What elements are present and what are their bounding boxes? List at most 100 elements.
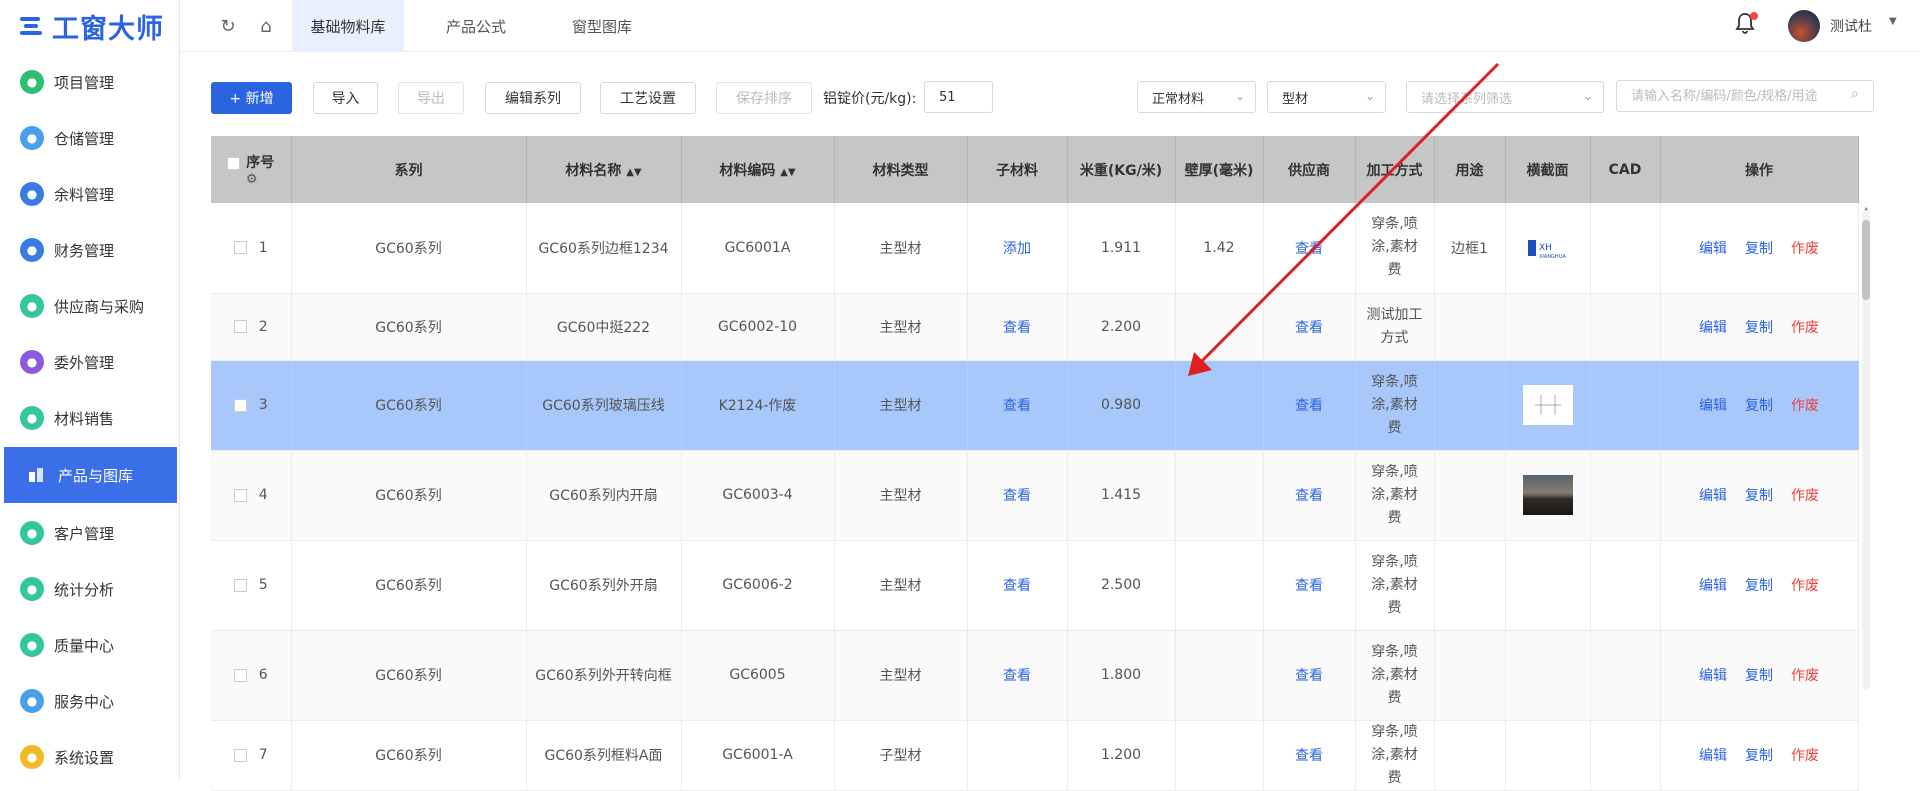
copy-link[interactable]: 复制	[1745, 398, 1773, 414]
app-logo[interactable]: 工窗大师	[18, 8, 164, 45]
aluminum-price-input[interactable]	[924, 81, 993, 113]
scrollbar[interactable]	[1862, 210, 1870, 690]
tab-product-formula[interactable]: 产品公式	[420, 0, 532, 52]
material-type-select[interactable]: 型材 ⌄	[1267, 81, 1386, 113]
cross-section-image[interactable]: XH XIANGHUA	[1523, 229, 1572, 266]
edit-link[interactable]: 编辑	[1699, 320, 1727, 336]
search-input[interactable]	[1616, 80, 1874, 112]
sort-icon[interactable]: ▲▼	[626, 167, 641, 178]
row-checkbox[interactable]	[233, 488, 247, 502]
edit-link[interactable]: 编辑	[1699, 241, 1727, 257]
table-row[interactable]: 5 GC60系列 GC60系列外开扇 GC6006-2 主型材 查看 2.500 查看 穿条,喷…	[211, 540, 1859, 631]
table-row[interactable]: 6 GC60系列 GC60系列外开转向框 GC6005 主型材 查看 1.800 查看 穿条,喷…	[211, 630, 1859, 721]
sidebar-item[interactable]: ● 材料销售	[0, 390, 178, 446]
col-header-code[interactable]: 材料编码 ▲▼	[681, 136, 835, 203]
search-icon[interactable]: ⌕	[1851, 86, 1859, 102]
row-checkbox[interactable]	[233, 241, 247, 255]
sub-material-link[interactable]: 添加	[1003, 241, 1031, 257]
copy-link[interactable]: 复制	[1745, 241, 1773, 257]
material-status-select[interactable]: 正常材料 ⌄	[1137, 81, 1256, 113]
tab-window-gallery[interactable]: 窗型图库	[546, 0, 658, 52]
sidebar-item[interactable]: ● 统计分析	[0, 561, 178, 617]
home-icon[interactable]: ⌂	[254, 14, 278, 38]
supplier-cell: 查看	[1263, 720, 1356, 791]
void-link[interactable]: 作废	[1791, 398, 1819, 414]
copy-link[interactable]: 复制	[1745, 320, 1773, 336]
sub-material-cell: 查看	[967, 450, 1068, 541]
sub-material-link[interactable]: 查看	[1003, 320, 1031, 336]
refresh-icon[interactable]: ↻	[216, 14, 240, 38]
index-cell: 4	[211, 450, 292, 541]
sidebar-item[interactable]: ● 服务中心	[0, 673, 178, 729]
void-link[interactable]: 作废	[1791, 748, 1819, 764]
row-checkbox[interactable]	[233, 320, 247, 333]
table-row[interactable]: 3 GC60系列 GC60系列玻璃压线 K2124-作废 主型材 查看 0.980 查看 穿条,…	[211, 360, 1859, 451]
bell-icon[interactable]	[1735, 12, 1758, 38]
sort-icon[interactable]: ▲▼	[780, 167, 795, 178]
series-value: GC60系列	[375, 748, 442, 764]
supplier-link[interactable]: 查看	[1295, 668, 1323, 684]
copy-link[interactable]: 复制	[1745, 578, 1773, 594]
sidebar-item[interactable]: ● 财务管理	[0, 222, 178, 278]
table-row[interactable]: 7 GC60系列 GC60系列框料A面 GC6001-A 子型材 1.200 查看 穿条,喷涂…	[211, 720, 1859, 791]
supplier-link[interactable]: 查看	[1295, 398, 1323, 414]
copy-link[interactable]: 复制	[1745, 748, 1773, 764]
sidebar-item[interactable]: 产品与图库	[4, 447, 177, 503]
supplier-link[interactable]: 查看	[1295, 578, 1323, 594]
row-checkbox[interactable]	[233, 398, 247, 412]
edit-link[interactable]: 编辑	[1699, 578, 1727, 594]
row-checkbox[interactable]	[233, 578, 247, 592]
table-row[interactable]: 1 GC60系列 GC60系列边框1234 GC6001A 主型材 添加 1.911 1.42…	[211, 203, 1859, 294]
row-checkbox[interactable]	[233, 668, 247, 682]
copy-link[interactable]: 复制	[1745, 488, 1773, 504]
sidebar-item[interactable]: ● 系统设置	[0, 729, 178, 785]
sidebar-item[interactable]: ● 余料管理	[0, 166, 178, 222]
col-header-name[interactable]: 材料名称 ▲▼	[526, 136, 682, 203]
supplier-link[interactable]: 查看	[1295, 748, 1323, 764]
avatar[interactable]	[1788, 10, 1820, 42]
sub-material-link[interactable]: 查看	[1003, 578, 1031, 594]
actions-cell: 编辑 复制 作废	[1660, 360, 1859, 451]
supplier-link[interactable]: 查看	[1295, 488, 1323, 504]
void-link[interactable]: 作废	[1791, 320, 1819, 336]
select-all-checkbox[interactable]	[227, 156, 241, 170]
void-link[interactable]: 作废	[1791, 578, 1819, 594]
edit-link[interactable]: 编辑	[1699, 488, 1727, 504]
add-button[interactable]: + 新增	[211, 82, 292, 114]
table-row[interactable]: 2 GC60系列 GC60中挺222 GC6002-10 主型材 查看 2.200 查看 测试加…	[211, 293, 1859, 361]
column-settings-icon[interactable]: ⚙	[213, 172, 291, 187]
cross-section-image[interactable]	[1522, 385, 1573, 425]
copy-link[interactable]: 复制	[1745, 668, 1773, 684]
sub-material-link[interactable]: 查看	[1003, 668, 1031, 684]
supplier-link[interactable]: 查看	[1295, 320, 1323, 336]
void-link[interactable]: 作废	[1791, 668, 1819, 684]
sub-material-link[interactable]: 查看	[1003, 488, 1031, 504]
scrollbar-thumb[interactable]	[1862, 220, 1870, 300]
edit-link[interactable]: 编辑	[1699, 668, 1727, 684]
process-settings-button[interactable]: 工艺设置	[600, 82, 696, 114]
sub-material-link[interactable]: 查看	[1003, 398, 1031, 414]
cross-section-image[interactable]	[1522, 475, 1573, 515]
tab-material-library[interactable]: 基础物料库	[292, 0, 404, 52]
edit-link[interactable]: 编辑	[1699, 398, 1727, 414]
sidebar-item[interactable]: ● 供应商与采购	[0, 278, 178, 334]
material-table: 序号 ⚙ 系列 材料名称 ▲▼ 材料编码 ▲▼ 材料类型 子材料 米重(KG/米…	[211, 136, 1859, 791]
supplier-link[interactable]: 查看	[1295, 241, 1323, 257]
username[interactable]: 测试杜	[1830, 16, 1872, 36]
void-link[interactable]: 作废	[1791, 241, 1819, 257]
table-row[interactable]: 4 GC60系列 GC60系列内开扇 GC6003-4 主型材 查看 1.415 查看 穿条,喷…	[211, 450, 1859, 541]
sidebar-item[interactable]: ● 质量中心	[0, 617, 178, 673]
void-link[interactable]: 作废	[1791, 488, 1819, 504]
edit-series-button[interactable]: 编辑系列	[485, 82, 581, 114]
export-button[interactable]: 导出	[398, 82, 464, 114]
row-checkbox[interactable]	[233, 748, 247, 762]
save-order-button[interactable]: 保存排序	[716, 82, 812, 114]
sidebar-item[interactable]: ● 项目管理	[0, 54, 178, 110]
chevron-down-icon[interactable]: ▼	[1889, 16, 1897, 27]
sidebar-item[interactable]: ● 客户管理	[0, 505, 178, 561]
series-filter-select[interactable]: 请选择系列筛选 ⌄	[1406, 81, 1604, 113]
edit-link[interactable]: 编辑	[1699, 748, 1727, 764]
sidebar-item[interactable]: ● 仓储管理	[0, 110, 178, 166]
import-button[interactable]: 导入	[313, 82, 378, 114]
sidebar-item[interactable]: ● 委外管理	[0, 334, 178, 390]
